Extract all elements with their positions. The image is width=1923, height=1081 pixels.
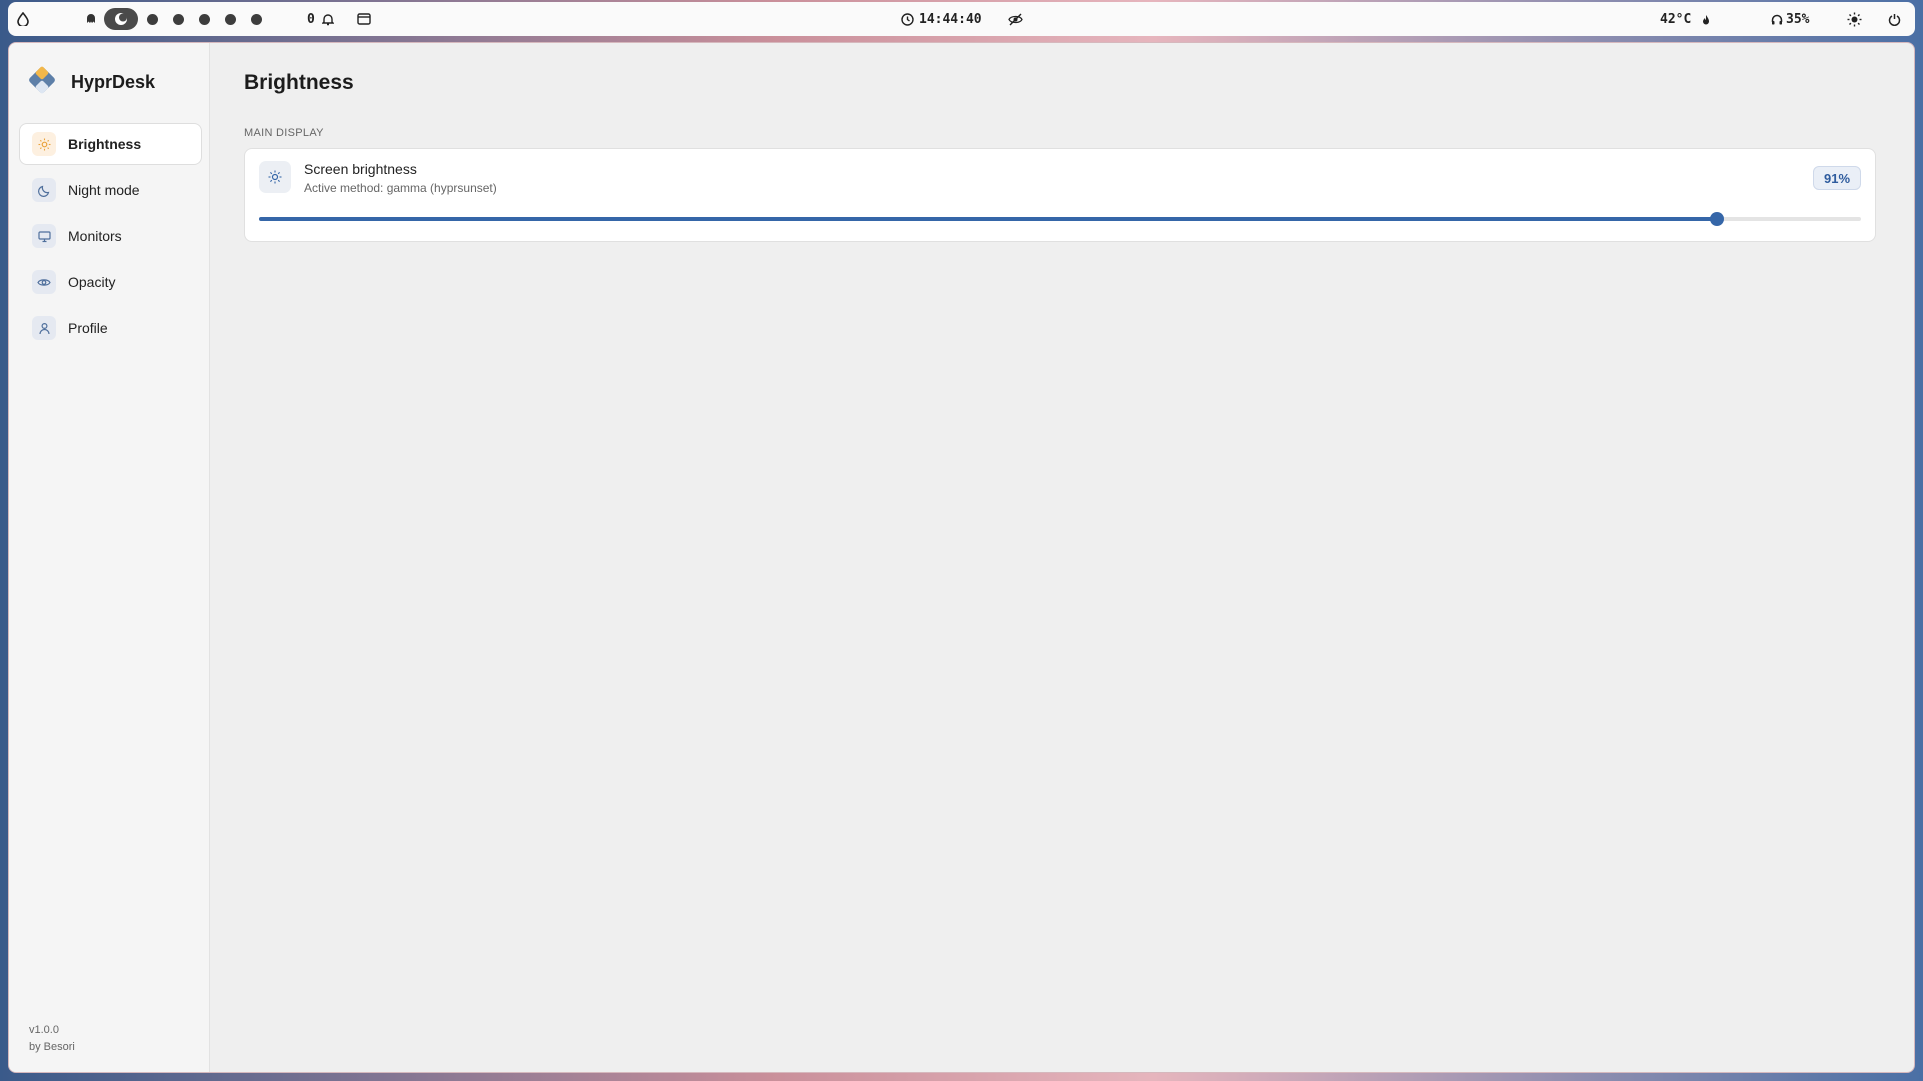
monitor-icon [32,224,56,248]
sidebar-item-label: Opacity [68,274,116,290]
ghost-icon[interactable] [86,2,96,36]
sidebar-nav: Brightness Night mode Monitors Opacity P… [19,123,202,353]
sun-icon [32,132,56,156]
brand: HyprDesk [25,63,155,102]
workspace-dot[interactable] [225,2,236,36]
workspace-dot[interactable] [251,2,262,36]
workspace-active[interactable] [104,2,138,36]
app-window: HyprDesk Brightness Night mode Monitors [8,42,1915,1073]
volume-readout[interactable]: 35% [1786,2,1809,36]
main-content: Brightness MAIN DISPLAY Screen brightnes… [210,43,1914,1072]
card-subtitle: Active method: gamma (hyprsunset) [304,181,497,195]
eye-icon [32,270,56,294]
moon-icon [32,178,56,202]
top-bar: 0 14:44:40 42°C 35% [8,2,1915,36]
sidebar-footer: v1.0.0 by Besori [29,1022,75,1056]
page-title: Brightness [244,71,354,94]
temperature-readout[interactable]: 42°C [1660,2,1691,36]
sidebar-item-monitors[interactable]: Monitors [19,215,202,257]
sidebar-item-profile[interactable]: Profile [19,307,202,349]
user-icon [32,316,56,340]
sidebar-item-night-mode[interactable]: Night mode [19,169,202,211]
sidebar-item-label: Night mode [68,182,140,198]
workspace-dot[interactable] [173,2,184,36]
section-label: MAIN DISPLAY [244,127,324,139]
sidebar-item-brightness[interactable]: Brightness [19,123,202,165]
sidebar-item-opacity[interactable]: Opacity [19,261,202,303]
power-icon[interactable] [1888,2,1901,36]
notification-count[interactable]: 0 [307,2,315,36]
window-icon[interactable] [357,2,371,36]
sun-icon[interactable] [1847,2,1862,36]
flame-icon [1702,2,1710,36]
brightness-slider[interactable] [259,212,1861,226]
brightness-card: Screen brightness Active method: gamma (… [244,148,1876,242]
workspace-dot[interactable] [147,2,158,36]
sidebar: HyprDesk Brightness Night mode Monitors [9,43,210,1072]
eye-off-icon[interactable] [1008,2,1023,36]
sun-icon [259,161,291,193]
slider-thumb[interactable] [1709,212,1724,226]
card-title: Screen brightness [304,161,417,177]
brightness-value-badge: 91% [1813,166,1861,190]
app-logo-icon [25,63,59,102]
bell-icon[interactable] [322,2,334,36]
sidebar-item-label: Monitors [68,228,122,244]
headphones-icon [1771,2,1783,36]
app-version: v1.0.0 [29,1024,59,1036]
clock-time[interactable]: 14:44:40 [919,2,982,36]
app-name: HyprDesk [71,72,156,92]
clock-icon [901,2,914,36]
slider-fill [259,217,1717,221]
app-author: by Besori [29,1041,75,1053]
workspace-dot[interactable] [199,2,210,36]
sidebar-item-label: Profile [68,320,108,336]
drop-icon[interactable] [17,2,29,36]
sidebar-item-label: Brightness [68,136,142,152]
